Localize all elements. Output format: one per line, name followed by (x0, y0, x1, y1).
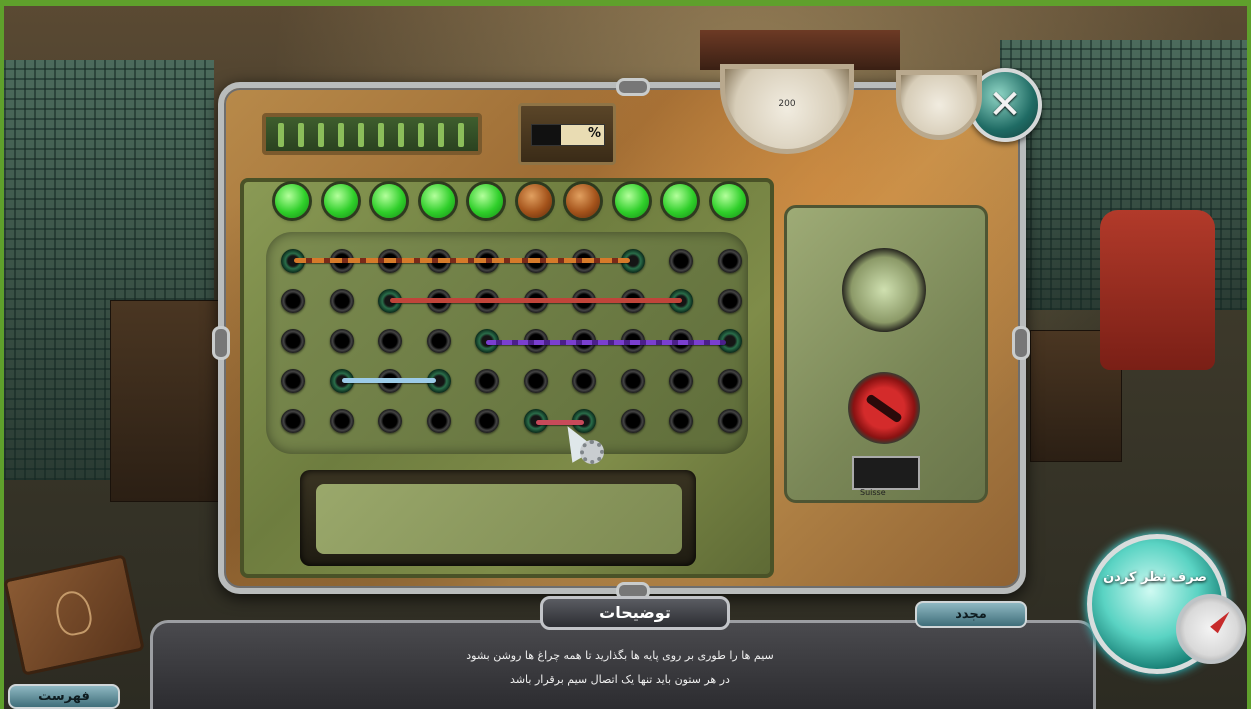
voltage-meter (262, 113, 482, 155)
peg-socket[interactable] (717, 289, 742, 313)
indicator-lamp-on (275, 184, 309, 218)
indicator-lamp-on (469, 184, 503, 218)
progress-indicator: % (518, 103, 616, 165)
peg-socket[interactable] (620, 369, 645, 393)
peg-socket[interactable] (475, 409, 499, 433)
peg-socket[interactable] (329, 289, 354, 313)
wire-blue[interactable] (342, 378, 436, 383)
indicator-lamp-off (517, 184, 552, 218)
gear-icon (580, 440, 604, 464)
instruction-line: در هر ستون باید تنها یک اتصال سیم برقرار… (510, 673, 730, 686)
close-icon: ✕ (988, 82, 1022, 128)
peg-socket[interactable] (378, 329, 402, 353)
description-tab: توضیحات (540, 596, 730, 630)
wire-purple[interactable] (486, 340, 726, 345)
compass-icon[interactable] (1176, 594, 1246, 664)
peg-socket[interactable] (717, 249, 742, 273)
background-life-vest (1100, 210, 1215, 370)
peg-socket[interactable] (669, 249, 693, 273)
peg-socket[interactable] (523, 369, 548, 393)
peg-socket[interactable] (717, 409, 742, 433)
peg-socket[interactable] (281, 409, 305, 433)
skip-label: صرف نظر کردن (1103, 570, 1207, 585)
panel-hinge-top (616, 78, 650, 96)
window-top-border (0, 0, 1251, 6)
panel-hinge-right (1012, 326, 1030, 360)
peg-socket[interactable] (669, 409, 693, 433)
indicator-lamp-on (420, 184, 455, 218)
peg-socket[interactable] (426, 329, 451, 353)
window-right-border (1247, 0, 1251, 709)
peg-socket[interactable] (281, 369, 305, 393)
panel-hinge-left (212, 326, 230, 360)
peg-socket[interactable] (329, 409, 354, 433)
peg-socket[interactable] (329, 329, 354, 353)
game-scene: ✕ % 200 Suisse توضیحات مجدد سیم ها را طو… (0, 0, 1251, 709)
indicator-lamp-off (566, 184, 600, 218)
peg-socket[interactable] (717, 369, 742, 393)
percent-symbol: % (587, 126, 601, 141)
peg-socket[interactable] (620, 409, 645, 433)
switch-nameplate (852, 456, 920, 490)
peg-socket[interactable] (572, 369, 596, 393)
progress-bar: % (531, 124, 605, 146)
background-cabinet (110, 300, 222, 502)
indicator-lamp-on (614, 184, 649, 218)
peg-socket[interactable] (669, 369, 693, 393)
peg-socket[interactable] (281, 289, 305, 313)
message-display-screen (316, 484, 682, 554)
instruction-line: سیم ها را طوری بر روی پایه ها بگذارید تا… (466, 649, 774, 662)
reset-button[interactable]: مجدد (915, 601, 1027, 628)
journal-icon[interactable] (3, 554, 145, 676)
indicator-lamp-on (323, 184, 358, 218)
progress-fill (532, 125, 561, 145)
peg-socket[interactable] (378, 409, 402, 433)
voltmeter-dial (842, 248, 926, 332)
gauge-reading: 200 (778, 99, 796, 110)
power-switch-knob[interactable] (848, 372, 920, 444)
wire-orange[interactable] (294, 258, 630, 263)
indicator-lamp-on (663, 184, 697, 218)
indicator-lamp-on (711, 184, 746, 218)
peg-socket[interactable] (281, 329, 305, 353)
wire-red[interactable] (390, 298, 682, 303)
peg-socket[interactable] (426, 409, 451, 433)
instructions-text: سیم ها را طوری بر روی پایه ها بگذارید تا… (300, 644, 940, 692)
indicator-lamp-on (372, 184, 406, 218)
menu-button[interactable]: فهرست (8, 684, 120, 709)
peg-socket[interactable] (475, 369, 499, 393)
switch-brand-label: Suisse (860, 488, 886, 497)
